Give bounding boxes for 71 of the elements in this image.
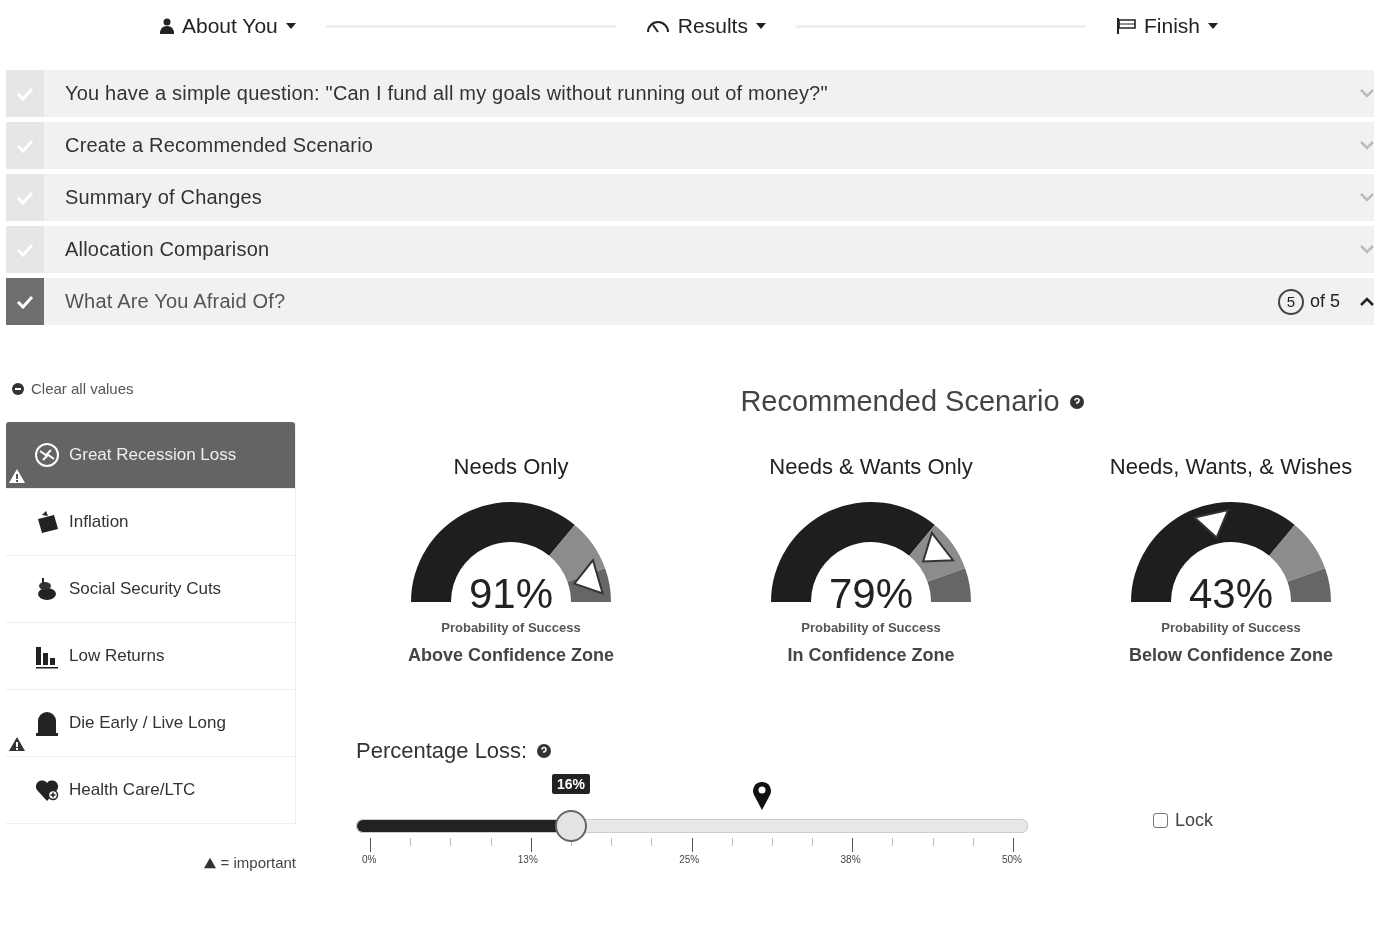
heart-icon <box>34 777 60 803</box>
warning-icon <box>202 856 217 869</box>
gauge-caption: Probability of Success <box>801 620 941 635</box>
gauge-caption: Probability of Success <box>1161 620 1301 635</box>
section-title: Create a Recommended Scenario <box>65 134 375 157</box>
person-icon <box>160 18 174 34</box>
accordion-header[interactable]: You have a simple question: "Can I fund all my goals without running out of money?" <box>6 70 1374 117</box>
slider-track[interactable] <box>356 819 1028 833</box>
step-tab[interactable]: About You <box>160 14 296 38</box>
caret-icon <box>755 23 766 29</box>
step-counter-text: of 5 <box>1309 291 1340 312</box>
gauge-icon <box>645 19 670 33</box>
gauge-zone: Below Confidence Zone <box>1129 645 1333 666</box>
gauge-title: Needs & Wants Only <box>769 454 973 480</box>
tick-label: 25% <box>679 854 700 865</box>
checkbox[interactable] <box>1153 813 1168 828</box>
legend-text: = important <box>220 854 296 871</box>
check-icon <box>6 122 44 169</box>
risk-item[interactable]: Social Security Cuts <box>6 556 295 623</box>
accordion-header[interactable]: What Are You Afraid Of? 5 of 5 <box>6 278 1374 325</box>
chevron-down-icon <box>1360 193 1374 202</box>
lock-checkbox[interactable]: Lock <box>1153 810 1214 831</box>
risk-item[interactable]: Health Care/LTC <box>6 757 295 824</box>
accordion-header[interactable]: Create a Recommended Scenario <box>6 122 1374 169</box>
recession-icon <box>34 442 60 468</box>
tick-label: 38% <box>840 854 861 865</box>
risk-item[interactable]: Great Recession Loss <box>6 422 295 489</box>
scenario-title: Recommended Scenario <box>740 385 1060 418</box>
map-pin-icon <box>752 780 773 810</box>
step-tab[interactable]: Results <box>645 14 766 38</box>
section-title: What Are You Afraid Of? <box>65 290 287 313</box>
tick-label: 13% <box>517 854 538 865</box>
gauge-zone: In Confidence Zone <box>787 645 955 666</box>
tick-label: 50% <box>1001 854 1022 865</box>
check-icon <box>6 278 44 325</box>
gauge-caption: Probability of Success <box>441 620 581 635</box>
help-icon[interactable] <box>537 744 552 758</box>
slider-label: Percentage Loss: <box>356 738 528 764</box>
slider-handle[interactable] <box>555 810 588 842</box>
accordion-header[interactable]: Allocation Comparison <box>6 226 1374 273</box>
check-icon <box>6 70 44 117</box>
check-icon <box>6 226 44 273</box>
chevron-down-icon <box>1360 89 1374 98</box>
tick-label: 0% <box>362 854 377 865</box>
gauge-reading: 79% <box>827 570 915 618</box>
help-icon[interactable] <box>1069 394 1084 409</box>
flag-icon <box>1115 18 1136 34</box>
accordion-header[interactable]: Summary of Changes <box>6 174 1374 221</box>
chevron-down-icon <box>1360 141 1374 150</box>
step-counter-badge: 5 <box>1277 288 1304 315</box>
section-title: You have a simple question: "Can I fund all my goals without running out of money?" <box>65 82 829 105</box>
gauge-reading: 91% <box>467 570 555 618</box>
gauge-title: Needs, Wants, & Wishes <box>1109 454 1353 480</box>
minus-circle-icon <box>12 382 24 395</box>
section-title: Summary of Changes <box>65 186 264 209</box>
clear-values-link[interactable]: Clear all values <box>12 380 296 397</box>
risk-item[interactable]: Low Returns <box>6 623 295 690</box>
gauge-zone: Above Confidence Zone <box>408 645 614 666</box>
section-title: Allocation Comparison <box>65 238 271 261</box>
caret-icon <box>285 23 296 29</box>
risk-item[interactable]: Inflation <box>6 489 295 556</box>
risk-item[interactable]: Die Early / Live Long <box>6 690 295 757</box>
step-tab[interactable]: Finish <box>1115 14 1218 38</box>
gauge-reading: 43% <box>1187 570 1275 618</box>
chevron-down-icon <box>1360 245 1374 254</box>
chevron-up-icon <box>1360 297 1374 306</box>
slider-value-tooltip: 16% <box>552 774 591 794</box>
check-icon <box>6 174 44 221</box>
tombstone-icon <box>34 710 60 736</box>
caret-icon <box>1208 23 1218 29</box>
gauge-title: Needs Only <box>453 454 569 480</box>
